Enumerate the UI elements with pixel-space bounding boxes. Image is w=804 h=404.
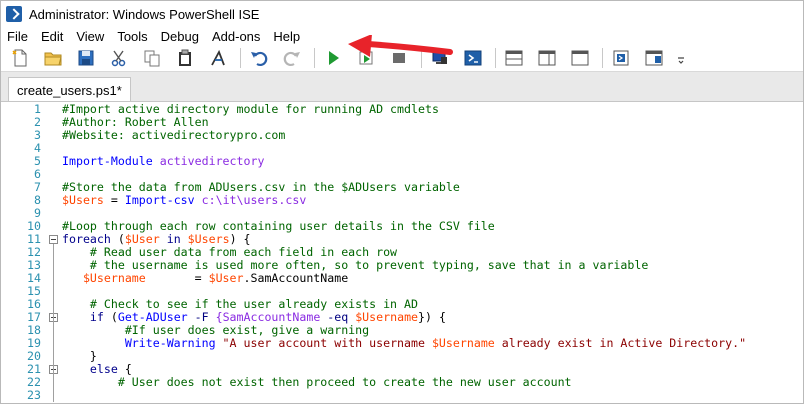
- toolbar-separator: [240, 48, 241, 68]
- code-token: }: [62, 349, 97, 363]
- code-token: Import-Module: [62, 154, 160, 168]
- code-token: if: [62, 310, 104, 324]
- code-token: $Username: [355, 310, 419, 324]
- code-text: # User does not exist then proceed to cr…: [62, 376, 572, 389]
- code-token: {SamAccountName: [215, 310, 328, 324]
- fold-guide: [53, 322, 54, 363]
- code-token: $Users: [187, 232, 230, 246]
- code-token: #Import active directory module for runn…: [62, 102, 439, 116]
- annotation-arrow: [348, 35, 453, 57]
- menu-tools[interactable]: Tools: [117, 29, 147, 44]
- powershell-icon: [6, 6, 22, 22]
- tab-create-users[interactable]: create_users.ps1*: [8, 77, 131, 103]
- code-token: (: [110, 232, 125, 246]
- save-icon[interactable]: [75, 47, 97, 69]
- code-token: $Username: [62, 271, 146, 285]
- code-text: $Username = $User.SamAccountName: [62, 272, 348, 285]
- paste-icon[interactable]: [174, 47, 196, 69]
- code-text: $Users = Import-csv c:\it\users.csv: [62, 194, 306, 207]
- cut-icon[interactable]: [108, 47, 130, 69]
- title-bar: Administrator: Windows PowerShell ISE: [1, 1, 803, 27]
- code-token: # Read user data from each field in each…: [62, 245, 398, 259]
- code-token: #Author: Robert Allen: [62, 115, 209, 129]
- code-token: $User: [208, 271, 244, 285]
- copy-icon[interactable]: [141, 47, 163, 69]
- toolbar-separator: [314, 48, 315, 68]
- code-token: ) {: [229, 232, 251, 246]
- customize-toolbar-icon[interactable]: [676, 47, 686, 69]
- code-text: #Website: activedirectorypro.com: [62, 129, 285, 142]
- code-token: -eq: [327, 310, 356, 324]
- code-token: in: [159, 232, 188, 246]
- code-token: Import-csv: [124, 193, 202, 207]
- menu-edit[interactable]: Edit: [41, 29, 63, 44]
- code-token: #Website: activedirectorypro.com: [62, 128, 286, 142]
- new-icon[interactable]: [9, 47, 31, 69]
- show-command-window-icon[interactable]: [610, 47, 632, 69]
- show-script-pane-right-icon[interactable]: [536, 47, 558, 69]
- script-editor[interactable]: 1 #Import active directory module for run…: [1, 101, 803, 403]
- show-command-addon-icon[interactable]: [643, 47, 665, 69]
- code-token: # the username is used more often, so to…: [62, 258, 649, 272]
- menu-add-ons[interactable]: Add-ons: [212, 29, 260, 44]
- code-token: }) {: [418, 310, 446, 324]
- undo-icon[interactable]: [248, 47, 270, 69]
- powershell-ise-window: Administrator: Windows PowerShell ISE Fi…: [0, 0, 804, 404]
- code-token: (: [103, 310, 118, 324]
- code-token: Write-Warning: [62, 336, 223, 350]
- code-token: =: [145, 271, 209, 285]
- code-token: # Check to see if the user already exist…: [62, 297, 418, 311]
- show-script-pane-max-icon[interactable]: [569, 47, 591, 69]
- code-token: foreach: [62, 232, 111, 246]
- window-title: Administrator: Windows PowerShell ISE: [29, 6, 260, 22]
- tab-row: create_users.ps1*: [1, 71, 803, 103]
- redo-icon[interactable]: [281, 47, 303, 69]
- code-token: #Store the data from ADUsers.csv in the …: [62, 180, 460, 194]
- menu-debug[interactable]: Debug: [161, 29, 199, 44]
- code-token: else: [62, 362, 118, 376]
- fold-guide: [53, 374, 54, 402]
- code-token: =: [103, 193, 125, 207]
- menu-bar: File Edit View Tools Debug Add-ons Help: [1, 27, 313, 45]
- code-token: activedirectory: [159, 154, 265, 168]
- code-token: Get-ADUser: [117, 310, 188, 324]
- code-token: c:\it\users.csv: [201, 193, 307, 207]
- menu-view[interactable]: View: [76, 29, 104, 44]
- toolbar-separator: [602, 48, 603, 68]
- tab-label: create_users.ps1*: [17, 83, 122, 98]
- code-token: $Username: [431, 336, 495, 350]
- code-text: Import-Module activedirectory: [62, 155, 264, 168]
- line-number: 23: [27, 388, 41, 402]
- code-token: {: [117, 362, 132, 376]
- code-token: #If user does exist, give a warning: [62, 323, 370, 337]
- code-token: $User: [124, 232, 160, 246]
- show-script-pane-top-icon[interactable]: [503, 47, 525, 69]
- run-script-icon[interactable]: [322, 47, 344, 69]
- start-powershell-icon[interactable]: [462, 47, 484, 69]
- code-token: already exist in Active Directory.": [494, 336, 747, 350]
- code-token: -F: [187, 310, 216, 324]
- toolbar-separator: [495, 48, 496, 68]
- open-icon[interactable]: [42, 47, 64, 69]
- collapse-icon[interactable]: [49, 235, 58, 244]
- clear-console-icon[interactable]: [207, 47, 229, 69]
- code-token: .SamAccountName: [243, 271, 349, 285]
- menu-help[interactable]: Help: [273, 29, 300, 44]
- menu-file[interactable]: File: [7, 29, 28, 44]
- code-token: $Users: [62, 193, 104, 207]
- code-text: Write-Warning "A user account with usern…: [62, 337, 746, 350]
- code-token: "A user account with username: [222, 336, 432, 350]
- code-token: # User does not exist then proceed to cr…: [62, 375, 572, 389]
- code-token: #Loop through each row containing user d…: [62, 219, 495, 233]
